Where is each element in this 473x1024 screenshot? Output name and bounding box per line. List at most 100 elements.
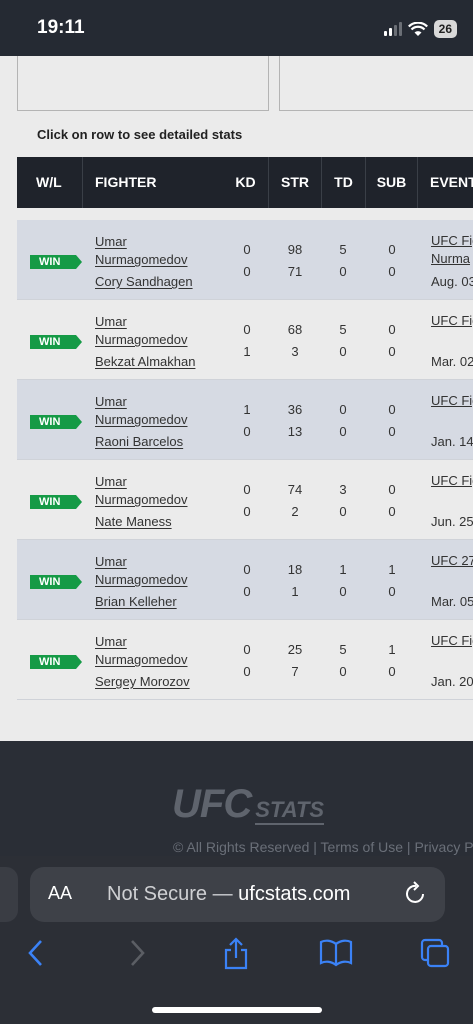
kd-value-2: 0 xyxy=(243,664,251,679)
fight-row[interactable]: WIN Umar Nurmagomedov Sergey Morozov 0 0 25 7 5 0… xyxy=(17,620,473,700)
str-value-2: 7 xyxy=(291,664,299,679)
str-value-2: 71 xyxy=(287,264,303,279)
fight-row[interactable]: WIN Umar Nurmagomedov Brian Kelleher 0 0 18 1 1 0… xyxy=(17,540,473,620)
kd-value-2: 0 xyxy=(243,264,251,279)
forward-icon[interactable] xyxy=(127,937,147,974)
fight-row[interactable]: WIN Umar Nurmagomedov Nate Maness 0 0 74 2 3 0 0 0 U… xyxy=(17,460,473,540)
url-text[interactable]: Not Secure — ufcstats.com xyxy=(107,883,350,906)
fighter-2-link[interactable]: Nate Maness xyxy=(95,513,172,531)
ufc-stats-logo[interactable]: UFC STATS xyxy=(172,782,325,827)
str-value-1: 18 xyxy=(287,562,303,577)
str-value-1: 68 xyxy=(287,322,303,337)
fighter-1-last-link[interactable]: Nurmagomedov xyxy=(95,411,188,429)
kd-value-2: 0 xyxy=(243,504,251,519)
fighter-1-last-link[interactable]: Nurmagomedov xyxy=(95,251,188,269)
kd-value-1: 1 xyxy=(243,402,251,417)
sub-value-2: 0 xyxy=(388,264,396,279)
event-link[interactable]: UFC Fig xyxy=(431,233,473,248)
event-date: Mar. 02 xyxy=(431,354,473,369)
url-host: ufcstats.com xyxy=(238,883,351,905)
str-value-2: 13 xyxy=(287,424,303,439)
fighter-2-link[interactable]: Cory Sandhagen xyxy=(95,273,193,291)
kd-value-1: 0 xyxy=(243,482,251,497)
fighter-1-last-link[interactable]: Nurmagomedov xyxy=(95,331,188,349)
fighter-1-first-link[interactable]: Umar xyxy=(95,393,127,411)
win-badge: WIN xyxy=(30,255,82,269)
header-wl: W/L xyxy=(17,157,83,208)
terms-link[interactable]: Terms of Use xyxy=(321,839,403,855)
top-card-left xyxy=(17,56,269,111)
fighter-2-link[interactable]: Raoni Barcelos xyxy=(95,433,183,451)
fighter-1-first-link[interactable]: Umar xyxy=(95,233,127,251)
header-fighter: FIGHTER xyxy=(95,174,157,190)
reader-aa-button[interactable]: AA xyxy=(48,883,72,904)
fight-row[interactable]: WIN Umar Nurmagomedov Raoni Barcelos 1 0 36 13 0… xyxy=(17,380,473,460)
wifi-icon xyxy=(407,21,428,37)
share-icon[interactable] xyxy=(222,937,250,976)
previous-tab-peek[interactable] xyxy=(0,867,18,922)
win-badge: WIN xyxy=(30,415,82,429)
win-badge: WIN xyxy=(30,495,82,509)
header-event: EVENT xyxy=(430,174,473,190)
kd-value-1: 0 xyxy=(243,322,251,337)
event-link[interactable]: UFC 27 xyxy=(431,553,473,568)
bookmarks-icon[interactable] xyxy=(319,937,353,972)
table-hint: Click on row to see detailed stats xyxy=(37,127,243,142)
event-date: Aug. 03 xyxy=(431,274,473,289)
fighter-1-last-link[interactable]: Nurmagomedov xyxy=(95,571,188,589)
fighter-2-link[interactable]: Sergey Morozov xyxy=(95,673,190,691)
td-value-1: 5 xyxy=(339,322,347,337)
kd-value-2: 0 xyxy=(243,584,251,599)
td-value-1: 0 xyxy=(339,402,347,417)
reload-icon[interactable] xyxy=(404,881,428,912)
fighter-1-last-link[interactable]: Nurmagomedov xyxy=(95,491,188,509)
event-link[interactable]: UFC Fig xyxy=(431,393,473,408)
status-icons: 26 xyxy=(383,18,457,40)
event-date: Jun. 25 xyxy=(431,514,473,529)
event-name-2[interactable]: Nurma xyxy=(431,251,470,266)
sub-value-1: 0 xyxy=(388,322,396,337)
event-link[interactable]: UFC Fig xyxy=(431,313,473,328)
logo-stats: STATS xyxy=(255,797,325,825)
str-value-2: 2 xyxy=(291,504,299,519)
table-spacer xyxy=(17,208,473,220)
td-value-2: 0 xyxy=(339,424,347,439)
top-card-area xyxy=(0,56,473,112)
copyright-text: © All Rights Reserved xyxy=(173,839,310,855)
fight-row[interactable]: WIN Umar Nurmagomedov Cory Sandhagen 0 0 98 71 5… xyxy=(17,220,473,300)
str-value-2: 1 xyxy=(291,584,299,599)
fighter-2-link[interactable]: Bekzat Almakhan xyxy=(95,353,195,371)
fighter-1-first-link[interactable]: Umar xyxy=(95,313,127,331)
str-value-1: 74 xyxy=(287,482,303,497)
fighter-1-last-link[interactable]: Nurmagomedov xyxy=(95,651,188,669)
event-link[interactable]: UFC Fig xyxy=(431,633,473,648)
kd-value-1: 0 xyxy=(243,642,251,657)
win-badge: WIN xyxy=(30,335,82,349)
fighter-2-link[interactable]: Brian Kelleher xyxy=(95,593,177,611)
battery-icon: 26 xyxy=(433,20,457,38)
sub-value-1: 1 xyxy=(388,642,396,657)
cellular-signal-icon xyxy=(383,22,402,36)
event-date: Jan. 20 xyxy=(431,674,473,689)
td-value-2: 0 xyxy=(339,264,347,279)
sub-value-1: 0 xyxy=(388,402,396,417)
address-bar[interactable]: AA Not Secure — ufcstats.com xyxy=(30,867,445,922)
back-icon[interactable] xyxy=(26,937,46,974)
tabs-icon[interactable] xyxy=(419,937,451,974)
win-badge: WIN xyxy=(30,575,82,589)
fighter-1-first-link[interactable]: Umar xyxy=(95,633,127,651)
str-value-1: 36 xyxy=(287,402,303,417)
top-card-right xyxy=(279,56,473,111)
td-value-2: 0 xyxy=(339,344,347,359)
td-value-1: 1 xyxy=(339,562,347,577)
event-link[interactable]: UFC Fig xyxy=(431,473,473,488)
header-td: TD xyxy=(322,157,366,208)
event-date: Jan. 14 xyxy=(431,434,473,449)
fighter-1-first-link[interactable]: Umar xyxy=(95,553,127,571)
win-badge: WIN xyxy=(30,655,82,669)
fighter-1-first-link[interactable]: Umar xyxy=(95,473,127,491)
fight-row[interactable]: WIN Umar Nurmagomedov Bekzat Almakhan 0 1 68 3 5… xyxy=(17,300,473,380)
td-value-1: 5 xyxy=(339,642,347,657)
logo-ufc: UFC xyxy=(172,782,252,826)
privacy-link[interactable]: Privacy Po xyxy=(414,839,473,855)
